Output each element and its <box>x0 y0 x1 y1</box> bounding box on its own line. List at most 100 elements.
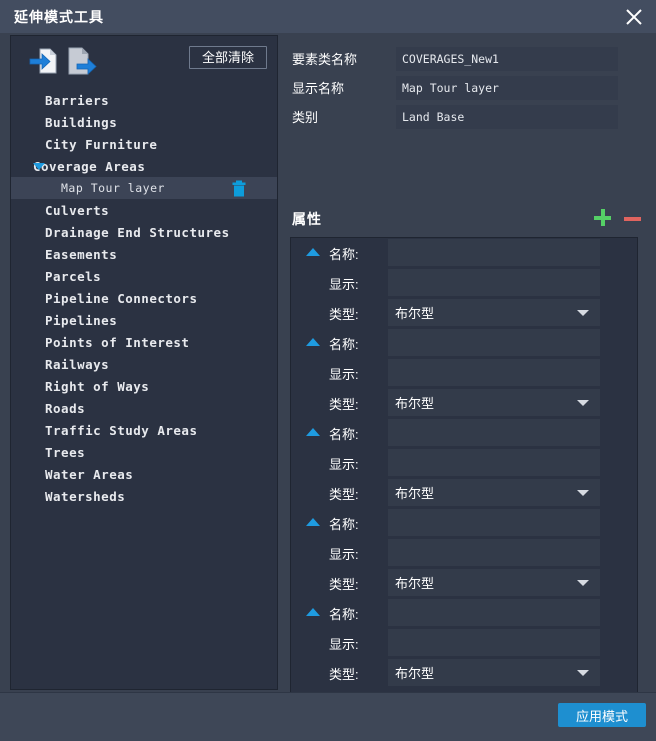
tree-item-label: Culverts <box>45 202 110 218</box>
attribute-name-input[interactable] <box>388 599 600 626</box>
close-icon[interactable] <box>620 3 648 31</box>
minus-icon[interactable] <box>621 207 643 229</box>
tree-item[interactable]: Right of Ways <box>11 375 277 397</box>
tree-item-label: Water Areas <box>45 466 134 482</box>
apply-mode-button[interactable]: 应用模式 <box>558 703 646 727</box>
attribute-type-label: 类型: <box>329 307 359 322</box>
tree-item-label: Pipeline Connectors <box>45 290 198 306</box>
dialog-footer: 应用模式 <box>0 692 656 741</box>
attribute-type-row: 类型: 布尔型 <box>291 658 637 688</box>
chevron-down-icon <box>577 580 589 586</box>
tree-item-label: Railways <box>45 356 110 372</box>
chevron-up-icon[interactable] <box>306 428 320 436</box>
tree-item-label: Points of Interest <box>45 334 190 350</box>
chevron-down-icon[interactable] <box>33 162 45 170</box>
attribute-type-select[interactable]: 布尔型 <box>388 389 600 416</box>
attribute-type-label: 类型: <box>329 397 359 412</box>
tree-item[interactable]: Parcels <box>11 265 277 287</box>
attribute-display-input[interactable] <box>388 539 600 566</box>
tree-item[interactable]: Traffic Study Areas <box>11 419 277 441</box>
tree-item[interactable]: Buildings <box>11 111 277 133</box>
tree-item[interactable]: Water Areas <box>11 463 277 485</box>
tree-item-label: Coverage Areas <box>33 158 146 174</box>
plus-icon[interactable] <box>591 207 613 229</box>
tree-item-label: Map Tour layer <box>61 181 165 195</box>
attribute-type-row: 类型: 布尔型 <box>291 298 637 328</box>
attribute-display-input[interactable] <box>388 629 600 656</box>
tree-item-label: Traffic Study Areas <box>45 422 198 438</box>
form-label: 要素类名称 <box>292 52 358 67</box>
attribute-type-value: 布尔型 <box>395 486 435 501</box>
form-input[interactable] <box>396 76 618 100</box>
tree-item[interactable]: Points of Interest <box>11 331 277 353</box>
attribute-type-label: 类型: <box>329 667 359 682</box>
attribute-type-row: 类型: 布尔型 <box>291 388 637 418</box>
chevron-up-icon[interactable] <box>306 518 320 526</box>
form-input[interactable] <box>396 105 618 129</box>
tree-item-label: Buildings <box>45 114 118 130</box>
attribute-name-label: 名称: <box>329 427 359 442</box>
attribute-name-label: 名称: <box>329 337 359 352</box>
attribute-name-row: 名称: <box>291 238 637 268</box>
tree-item-label: Roads <box>45 400 86 416</box>
attribute-display-label: 显示: <box>329 367 359 382</box>
tree-item[interactable]: Watersheds <box>11 485 277 507</box>
tree-item-label: Barriers <box>45 92 110 108</box>
attribute-type-select[interactable]: 布尔型 <box>388 659 600 686</box>
attribute-name-input[interactable] <box>388 329 600 356</box>
tree-item[interactable]: Drainage End Structures <box>11 221 277 243</box>
tree-item[interactable]: Map Tour layer <box>11 177 277 199</box>
attribute-name-input[interactable] <box>388 419 600 446</box>
tree-item-label: Pipelines <box>45 312 118 328</box>
attribute-display-label: 显示: <box>329 547 359 562</box>
attribute-display-input[interactable] <box>388 449 600 476</box>
attribute-name-input[interactable] <box>388 239 600 266</box>
chevron-up-icon[interactable] <box>306 338 320 346</box>
chevron-up-icon[interactable] <box>306 608 320 616</box>
clear-all-button[interactable]: 全部清除 <box>188 46 267 69</box>
form-input[interactable] <box>396 47 618 71</box>
document-export-icon[interactable] <box>63 44 97 78</box>
attributes-list[interactable]: 名称: 显示: 类型: 布尔型 名称: 显示: 类型: 布尔型 名称: 显示: 类型: 布尔型 名称: 显… <box>290 237 638 722</box>
tree-item[interactable]: Barriers <box>11 89 277 111</box>
attribute-type-select[interactable]: 布尔型 <box>388 299 600 326</box>
attribute-type-label: 类型: <box>329 577 359 592</box>
layer-tree[interactable]: Barriers Buildings City Furniture Coverage … <box>11 89 277 689</box>
chevron-down-icon <box>577 490 589 496</box>
attribute-display-label: 显示: <box>329 457 359 472</box>
attribute-name-input[interactable] <box>388 509 600 536</box>
tree-item-label: Trees <box>45 444 86 460</box>
attribute-display-input[interactable] <box>388 269 600 296</box>
attributes-title: 属性 <box>292 211 322 227</box>
tree-item[interactable]: Trees <box>11 441 277 463</box>
document-import-icon[interactable] <box>27 44 61 78</box>
chevron-up-icon[interactable] <box>306 248 320 256</box>
tree-item[interactable]: Pipelines <box>11 309 277 331</box>
tree-item[interactable]: Pipeline Connectors <box>11 287 277 309</box>
attribute-name-row: 名称: <box>291 598 637 628</box>
tree-item[interactable]: Easements <box>11 243 277 265</box>
attribute-display-row: 显示: <box>291 268 637 298</box>
attribute-display-label: 显示: <box>329 277 359 292</box>
attribute-display-label: 显示: <box>329 637 359 652</box>
attribute-type-row: 类型: 布尔型 <box>291 568 637 598</box>
attribute-type-select[interactable]: 布尔型 <box>388 479 600 506</box>
tree-item-label: Easements <box>45 246 118 262</box>
attribute-display-row: 显示: <box>291 628 637 658</box>
tree-item[interactable]: Roads <box>11 397 277 419</box>
tree-item[interactable]: Coverage Areas <box>11 155 277 177</box>
attribute-type-select[interactable]: 布尔型 <box>388 569 600 596</box>
tree-item[interactable]: City Furniture <box>11 133 277 155</box>
attribute-name-label: 名称: <box>329 517 359 532</box>
attribute-type-value: 布尔型 <box>395 396 435 411</box>
tree-item[interactable]: Railways <box>11 353 277 375</box>
tree-item[interactable]: Culverts <box>11 199 277 221</box>
window-titlebar: 延伸模式工具 <box>0 0 656 33</box>
attribute-type-value: 布尔型 <box>395 666 435 681</box>
chevron-down-icon <box>577 310 589 316</box>
form-label: 类别 <box>292 110 319 125</box>
attribute-display-input[interactable] <box>388 359 600 386</box>
window-title: 延伸模式工具 <box>14 8 104 25</box>
attribute-name-row: 名称: <box>291 508 637 538</box>
tree-item-label: Right of Ways <box>45 378 150 394</box>
